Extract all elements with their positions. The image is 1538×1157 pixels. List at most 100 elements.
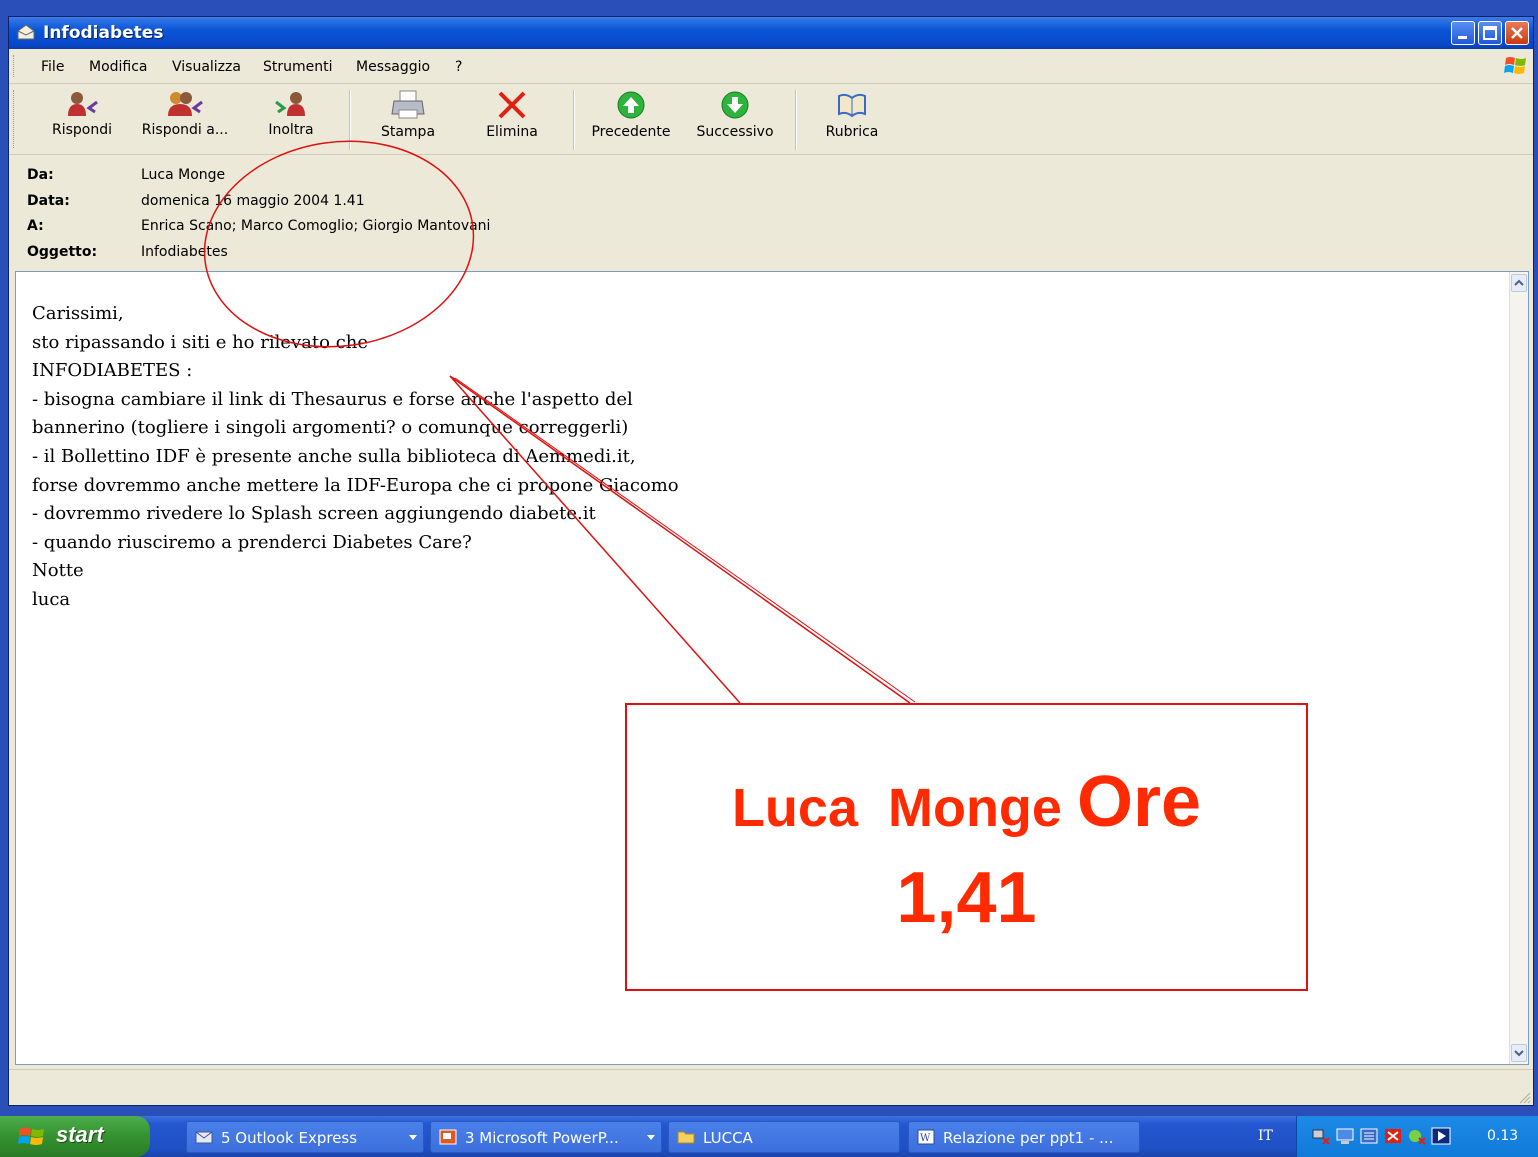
message-line: luca xyxy=(32,588,71,610)
task-label: LUCCA xyxy=(703,1129,753,1147)
tray-media-icon[interactable] xyxy=(1431,1126,1451,1146)
menu-messaggio[interactable]: Messaggio xyxy=(356,59,430,75)
message-line: INFODIABETES : xyxy=(32,360,193,382)
close-icon xyxy=(1511,27,1523,39)
subject-value: Infodiabetes xyxy=(141,244,228,260)
clock[interactable]: 0.13 xyxy=(1487,1128,1518,1144)
reply-all-button[interactable]: Rispondi a... xyxy=(137,90,233,138)
message-line: bannerino (togliere i singoli argomenti?… xyxy=(32,417,629,439)
tray-antivirus-icon[interactable] xyxy=(1383,1126,1403,1146)
message-line: sto ripassando i siti e ho rilevato che xyxy=(32,331,369,353)
task-label: Relazione per ppt1 - ... xyxy=(943,1129,1114,1147)
maximize-icon xyxy=(1483,26,1497,40)
message-line: forse dovremmo anche mettere la IDF-Euro… xyxy=(32,474,679,496)
next-button[interactable]: Successivo xyxy=(695,90,775,140)
menu-help[interactable]: ? xyxy=(455,59,462,75)
close-button[interactable] xyxy=(1505,21,1529,45)
callout-ore: Ore xyxy=(1076,762,1202,842)
menu-file[interactable]: File xyxy=(41,59,64,75)
previous-label: Precedente xyxy=(591,124,671,140)
reply-label: Rispondi xyxy=(51,122,112,138)
arrow-down-icon xyxy=(721,91,749,119)
toolbar-grip[interactable] xyxy=(13,90,17,148)
message-line: - quando riusciremo a prenderci Diabetes… xyxy=(32,531,472,553)
message-line: Notte xyxy=(32,560,84,582)
scroll-up-button[interactable] xyxy=(1511,274,1527,292)
dropdown-arrow-icon xyxy=(647,1135,655,1140)
envelope-icon xyxy=(17,24,35,40)
from-value: Luca Monge xyxy=(141,167,226,183)
callout-time: 1,41 xyxy=(896,858,1037,938)
chevron-down-icon xyxy=(1514,1050,1524,1057)
status-bar xyxy=(9,1069,1533,1106)
window-title: Infodiabetes xyxy=(43,23,164,43)
print-button[interactable]: Stampa xyxy=(375,90,441,140)
menu-modifica[interactable]: Modifica xyxy=(89,59,148,75)
callout-line-1: Luca Monge Ore xyxy=(627,761,1306,843)
toolbar-separator xyxy=(349,90,351,150)
task-outlook-express[interactable]: 5 Outlook Express xyxy=(186,1121,424,1153)
message-text: Carissimi, sto ripassando i siti e ho ril… xyxy=(32,300,679,615)
print-label: Stampa xyxy=(380,124,436,140)
message-line: Carissimi, xyxy=(32,303,124,324)
outlook-express-icon xyxy=(195,1131,213,1144)
windows-flag-icon xyxy=(18,1127,44,1145)
task-powerpoint[interactable]: 3 Microsoft PowerP... xyxy=(430,1121,662,1153)
reply-all-icon xyxy=(168,92,203,116)
subject-label: Oggetto: xyxy=(27,244,98,260)
title-bar[interactable]: Infodiabetes xyxy=(9,17,1533,49)
delete-button[interactable]: Elimina xyxy=(479,90,545,140)
to-value: Enrica Scano; Marco Comoglio; Giorgio Ma… xyxy=(141,218,491,234)
task-label: 5 Outlook Express xyxy=(221,1129,358,1147)
language-indicator[interactable]: IT xyxy=(1258,1128,1273,1144)
tray-ime-icon[interactable] xyxy=(1359,1126,1379,1146)
task-word-document[interactable]: W Relazione per ppt1 - ... xyxy=(908,1121,1140,1153)
word-icon: W xyxy=(917,1129,935,1145)
menu-visualizza[interactable]: Visualizza xyxy=(172,59,241,75)
reply-icon xyxy=(68,92,98,116)
address-book-icon xyxy=(838,93,866,118)
start-label: start xyxy=(56,1122,104,1147)
callout-sender: Luca Monge xyxy=(731,778,1062,838)
scroll-down-button[interactable] xyxy=(1511,1044,1527,1062)
message-headers: Da: Luca Monge Data: domenica 16 maggio … xyxy=(9,155,1533,269)
maximize-button[interactable] xyxy=(1478,21,1502,45)
delete-label: Elimina xyxy=(486,124,538,140)
menu-grip[interactable] xyxy=(13,55,17,77)
arrow-up-icon xyxy=(617,91,645,119)
reply-all-label: Rispondi a... xyxy=(141,122,229,138)
minimize-button[interactable] xyxy=(1451,21,1475,45)
menu-strumenti[interactable]: Strumenti xyxy=(263,59,333,75)
tray-monitor-icon[interactable] xyxy=(1335,1126,1355,1146)
tray-security-icon[interactable] xyxy=(1407,1126,1427,1146)
printer-icon xyxy=(391,90,425,119)
vertical-scrollbar[interactable] xyxy=(1509,272,1528,1064)
address-book-label: Rubrica xyxy=(825,124,879,140)
delete-icon xyxy=(498,91,526,119)
toolbar: Rispondi Rispondi a... Inoltra Stampa El… xyxy=(9,84,1533,155)
start-button[interactable]: start xyxy=(0,1116,150,1157)
to-label: A: xyxy=(27,218,44,234)
taskbar: start 5 Outlook Express 3 Microsoft Powe… xyxy=(0,1116,1538,1157)
previous-button[interactable]: Precedente xyxy=(587,90,675,140)
resize-grip-icon[interactable] xyxy=(1517,1090,1531,1104)
toolbar-separator xyxy=(795,90,797,150)
forward-icon xyxy=(275,92,305,116)
from-label: Da: xyxy=(27,167,54,183)
task-folder-lucca[interactable]: LUCCA xyxy=(668,1121,900,1153)
tray-network-icon[interactable] xyxy=(1311,1126,1331,1146)
minimize-icon xyxy=(1458,36,1467,39)
message-line: - il Bollettino IDF è presente anche sul… xyxy=(32,445,636,467)
next-label: Successivo xyxy=(696,124,774,140)
reply-button[interactable]: Rispondi xyxy=(49,90,115,138)
toolbar-separator xyxy=(573,90,575,150)
powerpoint-icon xyxy=(439,1129,457,1145)
forward-button[interactable]: Inoltra xyxy=(259,90,323,138)
message-line: - bisogna cambiare il link di Thesaurus … xyxy=(32,388,633,410)
svg-text:W: W xyxy=(920,1133,931,1144)
date-value: domenica 16 maggio 2004 1.41 xyxy=(141,193,365,209)
address-book-button[interactable]: Rubrica xyxy=(817,90,887,140)
annotation-callout: Luca Monge Ore 1,41 xyxy=(625,703,1308,991)
menu-bar: File Modifica Visualizza Strumenti Messa… xyxy=(9,49,1533,84)
windows-logo-icon xyxy=(1504,57,1526,74)
